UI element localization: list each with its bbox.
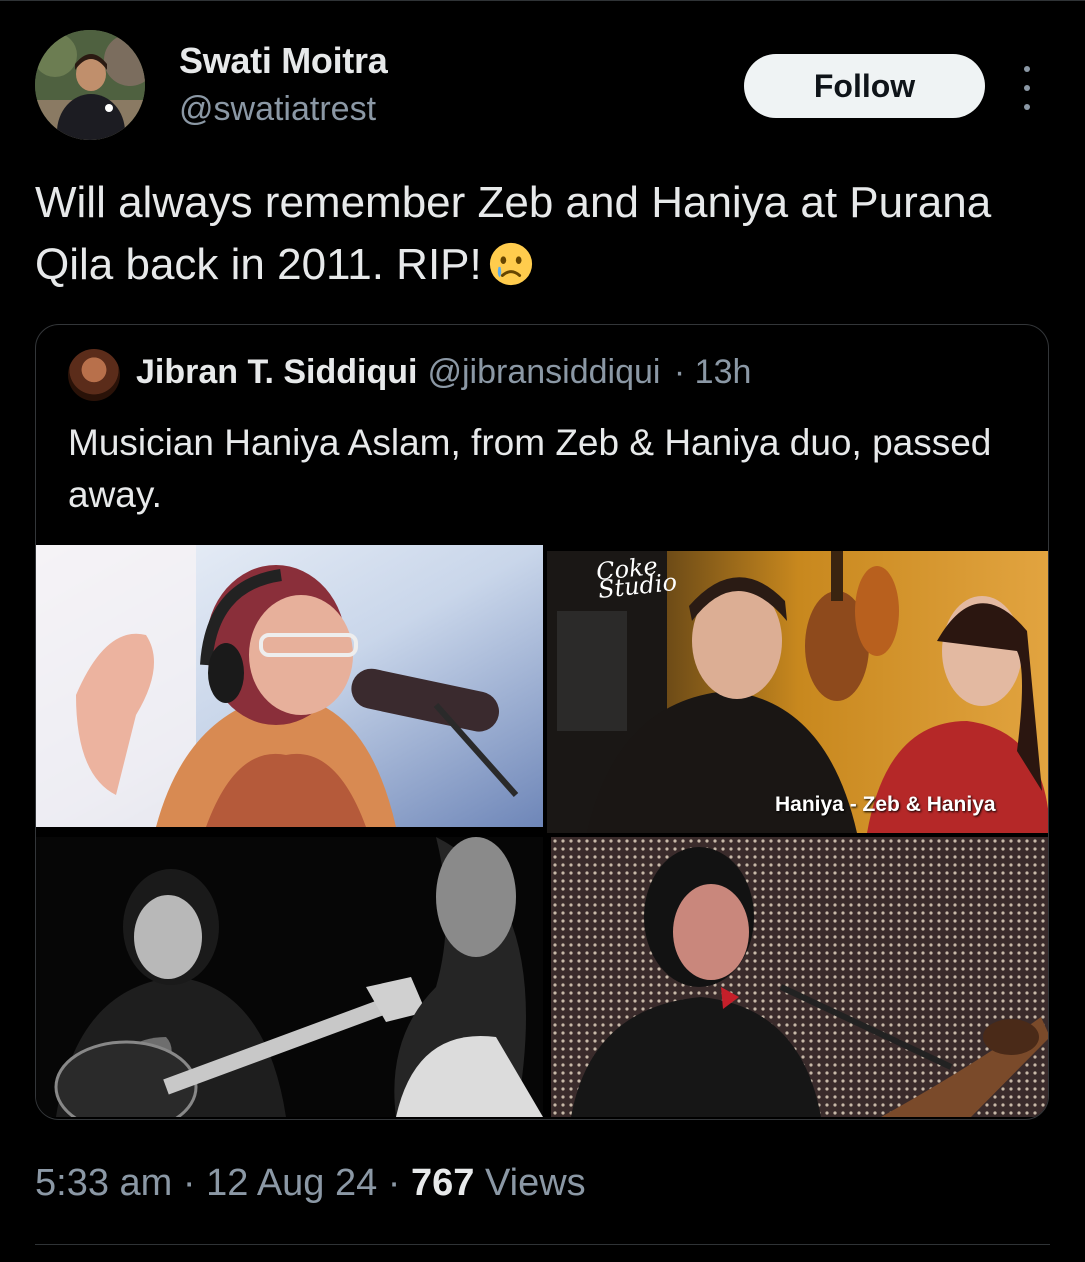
top-divider [0, 0, 1085, 1]
author-avatar[interactable] [35, 30, 145, 140]
image-caption: Haniya - Zeb & Haniya [775, 793, 996, 816]
crying-face-icon [489, 242, 532, 286]
quoted-author-name[interactable]: Jibran T. Siddiqui [136, 353, 417, 391]
author-name[interactable]: Swati Moitra [179, 40, 388, 82]
media-grid: Coke Studio Haniya - Zeb & Haniya [36, 545, 1048, 1119]
tweet-date[interactable]: · 12 Aug 24 · [183, 1162, 401, 1204]
media-image-1[interactable] [36, 545, 543, 827]
tweet-meta: 5:33 am · 12 Aug 24 · 767 Views [35, 1162, 586, 1205]
bottom-divider [35, 1244, 1050, 1245]
coke-studio-logo: Coke Studio [595, 552, 678, 604]
quoted-tweet-text: Musician Haniya Aslam, from Zeb & Haniya… [68, 422, 992, 515]
tweet-time[interactable]: 5:33 am [35, 1162, 172, 1204]
media-image-4[interactable] [551, 837, 1048, 1117]
follow-button[interactable]: Follow [744, 54, 985, 118]
quoted-author-avatar[interactable] [68, 349, 120, 401]
media-image-3[interactable] [36, 837, 543, 1117]
quoted-tweet-card[interactable]: Jibran T. Siddiqui @jibransiddiqui · 13h … [35, 324, 1049, 1120]
quoted-tweet-header: Jibran T. Siddiqui @jibransiddiqui · 13h [136, 353, 751, 392]
author-handle[interactable]: @swatiatrest [179, 90, 376, 129]
views-label: Views [485, 1162, 586, 1204]
media-image-2[interactable]: Coke Studio Haniya - Zeb & Haniya [547, 551, 1048, 833]
quoted-author-handle[interactable]: @jibransiddiqui [427, 353, 660, 391]
views-count: 767 [411, 1162, 475, 1204]
more-options-icon[interactable] [1010, 66, 1044, 110]
quoted-timestamp[interactable]: · 13h [674, 353, 752, 391]
tweet-text: Will always remember Zeb and Haniya at P… [35, 172, 1055, 296]
